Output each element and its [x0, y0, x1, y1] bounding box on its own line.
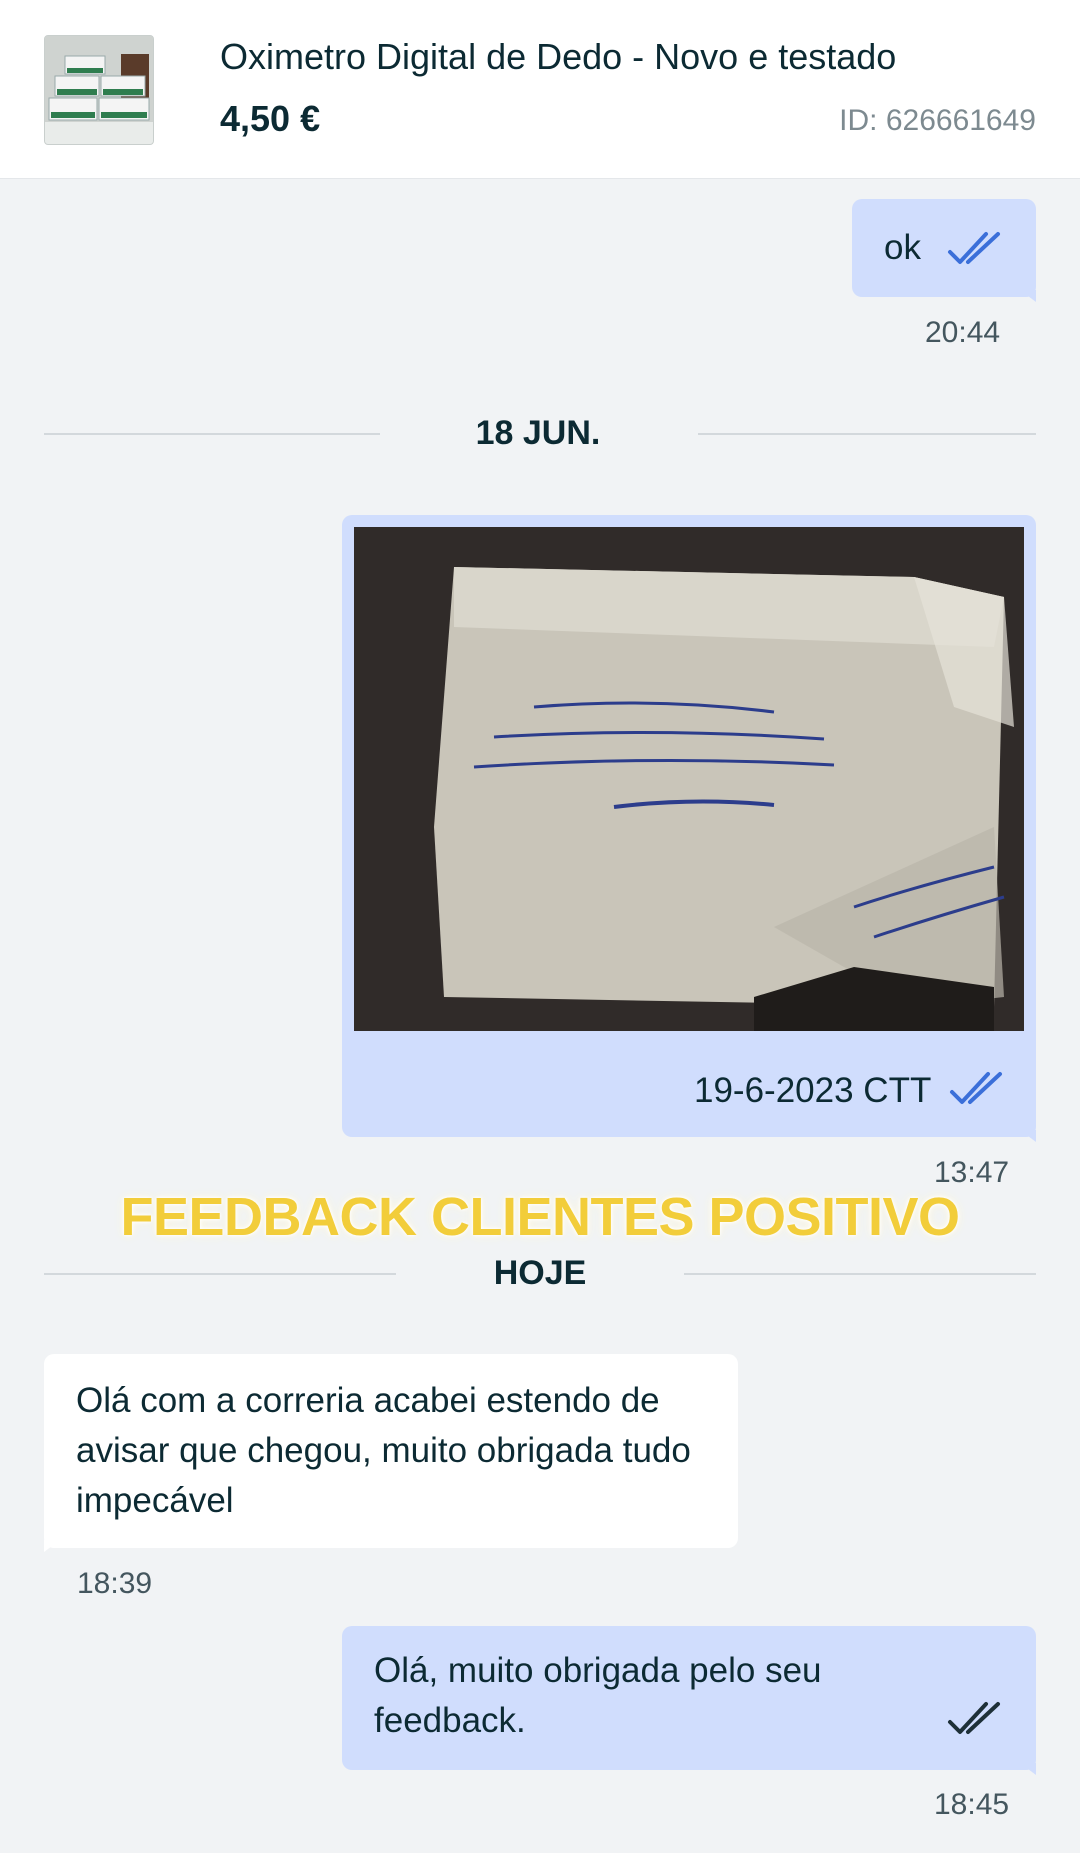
- message-text: ok: [884, 228, 921, 267]
- date-divider-line: [44, 433, 380, 435]
- message-text: Olá, muito obrigada pelo seu feedback.: [374, 1651, 822, 1740]
- message-bubble-incoming[interactable]: Olá com a correria acabei estendo de avi…: [44, 1354, 738, 1548]
- double-check-icon: [948, 232, 1000, 264]
- message-time: 13:47: [934, 1156, 1010, 1189]
- photo-caption: 19-6-2023 CTT: [694, 1071, 932, 1110]
- message-time: 18:45: [934, 1788, 1010, 1821]
- message-bubble-outgoing[interactable]: Olá, muito obrigada pelo seu feedback.: [342, 1626, 1036, 1770]
- product-thumbnail[interactable]: [44, 35, 154, 145]
- date-divider-line: [684, 1273, 1036, 1275]
- product-id: ID: 626661649: [839, 104, 1036, 137]
- message-text: Olá com a correria acabei estendo de avi…: [76, 1381, 691, 1520]
- message-bubble-outgoing[interactable]: ok: [852, 199, 1036, 297]
- date-divider-label: 18 JUN.: [475, 414, 601, 452]
- date-divider-line: [44, 1273, 396, 1275]
- message-time: 18:39: [77, 1567, 153, 1600]
- product-price: 4,50 €: [220, 98, 321, 139]
- message-time: 20:44: [925, 316, 1001, 349]
- feedback-overlay-text: FEEDBACK CLIENTES POSITIVO: [120, 1187, 960, 1247]
- product-title[interactable]: Oximetro Digital de Dedo - Novo e testad…: [220, 36, 896, 78]
- bubble-tail: [44, 1540, 60, 1552]
- bubble-tail: [1020, 1763, 1036, 1775]
- bubble-tail: [1020, 1130, 1036, 1142]
- listing-header[interactable]: Oximetro Digital de Dedo - Novo e testad…: [0, 0, 1080, 179]
- double-check-icon: [948, 1702, 1000, 1734]
- double-check-icon: [950, 1072, 1002, 1104]
- date-divider-line: [698, 433, 1036, 435]
- bubble-tail: [1020, 290, 1036, 302]
- parcel-photo[interactable]: [354, 527, 1024, 1031]
- date-divider-label: HOJE: [493, 1254, 587, 1292]
